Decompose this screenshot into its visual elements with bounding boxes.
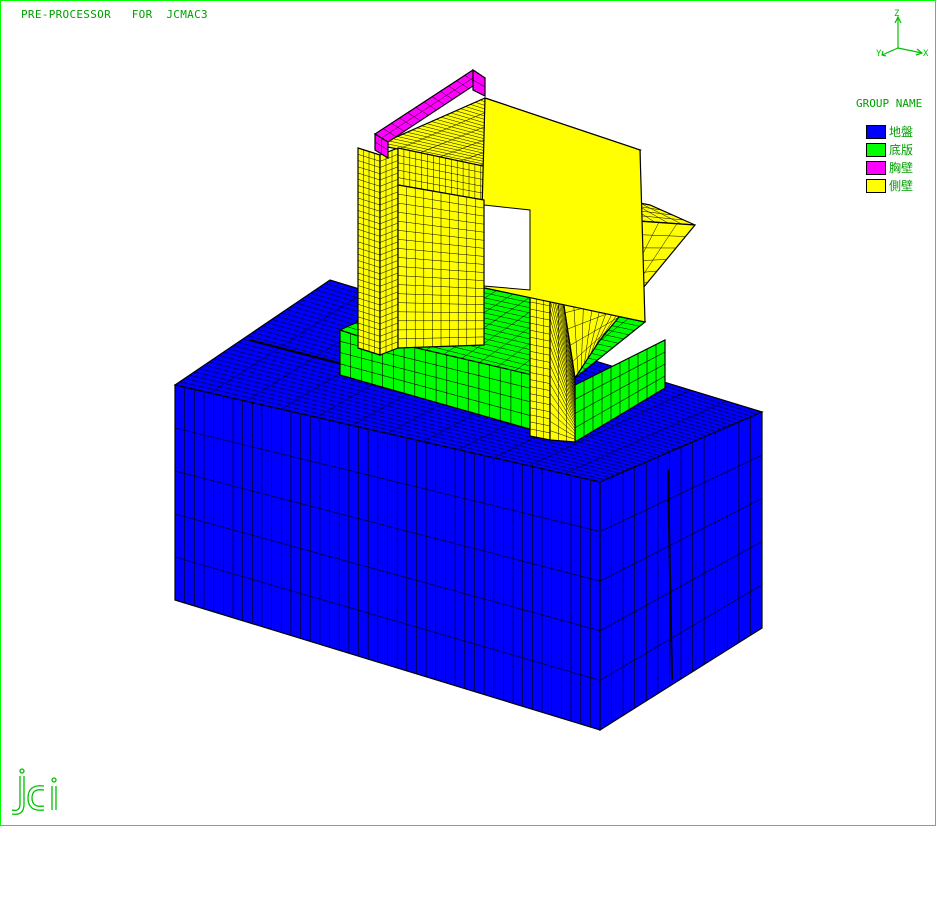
jci-logo: jci [11, 768, 57, 815]
wall-left-inner [379, 147, 399, 356]
fem-mesh-model[interactable] [0, 0, 936, 826]
wall-back-left [397, 184, 485, 349]
wall-opening [483, 204, 531, 291]
parapet-top-right [472, 68, 486, 97]
wall-left-front [357, 147, 381, 356]
